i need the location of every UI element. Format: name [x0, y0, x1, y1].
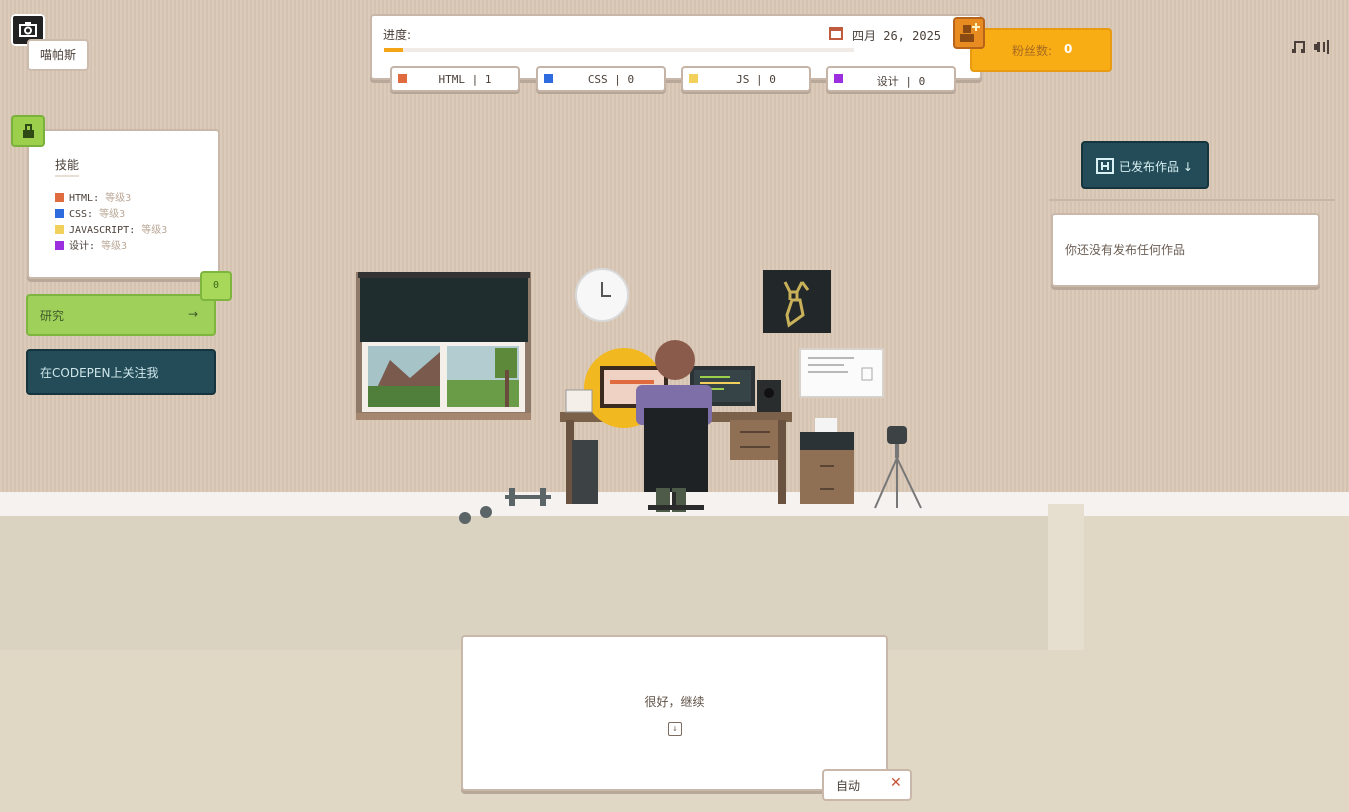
fans-label: 粉丝数:	[1012, 44, 1053, 58]
skill-javascript: JAVASCRIPT: 等级3	[55, 221, 167, 236]
skills-card: 技能 HTML: 等级3 CSS: 等级3 JAVASCRIPT: 等级3 设计…	[27, 129, 220, 279]
skill-name: HTML:	[69, 193, 100, 204]
progress-fill	[384, 48, 403, 52]
box-icon	[1096, 158, 1114, 174]
design-swatch	[55, 241, 64, 250]
close-x-icon[interactable]: ✕	[890, 775, 902, 791]
skill-level: 等级3	[101, 241, 128, 252]
skill-design: 设计: 等级3	[55, 237, 127, 252]
progress-label: 进度:	[383, 28, 412, 42]
arrow-down-box-icon[interactable]: ↓	[668, 722, 682, 736]
skill-level: 等级3	[99, 209, 126, 220]
skills-title: 技能	[55, 156, 80, 177]
language-chip-label: CSS | 0	[587, 73, 635, 86]
research-count-badge: 0	[200, 271, 232, 301]
language-chip-label: JS | 0	[736, 73, 776, 86]
js-swatch	[55, 225, 64, 234]
design-color-swatch	[834, 74, 843, 83]
skill-css: CSS: 等级3	[55, 205, 125, 220]
published-works-button[interactable]: 已发布作品 ↓	[1081, 141, 1209, 189]
research-button[interactable]: 研究 →	[26, 294, 216, 336]
html-color-swatch	[398, 74, 407, 83]
lock-icon	[23, 124, 34, 138]
floor-strip	[0, 492, 1349, 516]
skill-name: CSS:	[69, 209, 94, 220]
codepen-follow-button[interactable]: 在CODEPEN上关注我	[26, 349, 216, 395]
language-chip-css: CSS | 0	[536, 66, 666, 92]
volume-icon[interactable]	[1314, 40, 1332, 54]
skill-level: 等级3	[105, 193, 132, 204]
arrow-right-icon: →	[187, 307, 198, 321]
follow-button[interactable]	[953, 17, 985, 49]
published-works-card: 你还没有发布任何作品	[1051, 213, 1320, 287]
add-user-icon	[960, 23, 980, 42]
auto-toggle[interactable]: 自动 ✕	[822, 769, 912, 801]
skill-html: HTML: 等级3	[55, 189, 131, 204]
language-chip-label: HTML | 1	[438, 73, 492, 86]
published-works-label: 已发布作品 ↓	[1119, 160, 1193, 174]
date-text: 四月 26, 2025	[852, 29, 942, 43]
divider	[1049, 199, 1335, 201]
auto-label: 自动	[836, 779, 861, 793]
music-note-icon[interactable]	[1292, 40, 1308, 54]
js-color-swatch	[689, 74, 698, 83]
player-name: 喵帕斯	[27, 39, 89, 71]
dialog-box: 很好，继续 ↓	[461, 635, 888, 791]
floor-panel	[0, 516, 1084, 650]
language-chip-design: 设计 | 0	[826, 66, 956, 92]
css-color-swatch	[544, 74, 553, 83]
camera-icon	[19, 22, 37, 37]
calendar-icon	[829, 27, 843, 40]
language-chip-label: 设计 | 0	[876, 75, 926, 88]
codepen-label: 在CODEPEN上关注我	[40, 366, 159, 380]
research-label: 研究	[40, 309, 65, 323]
floor-edge	[1048, 504, 1084, 650]
progress-bar	[384, 48, 854, 52]
fans-counter: 粉丝数: 0	[970, 28, 1112, 72]
skill-level: 等级3	[141, 225, 168, 236]
language-chip-html: HTML | 1	[390, 66, 520, 92]
fans-count: 0	[1064, 42, 1073, 56]
dialog-message: 很好，继续	[644, 695, 705, 709]
css-swatch	[55, 209, 64, 218]
lock-button[interactable]	[11, 115, 45, 147]
skill-name: 设计:	[69, 241, 96, 252]
skill-name: JAVASCRIPT:	[69, 225, 136, 236]
html-swatch	[55, 193, 64, 202]
language-chip-js: JS | 0	[681, 66, 811, 92]
empty-works-text: 你还没有发布任何作品	[1065, 243, 1186, 257]
